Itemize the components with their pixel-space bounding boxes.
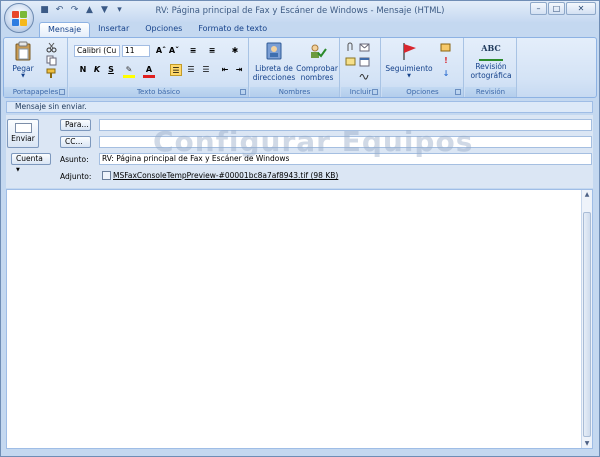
clipboard-group-label: Portapapeles [4, 87, 67, 97]
scroll-up-icon[interactable]: ▲ [582, 190, 592, 199]
names-group-label: Nombres [250, 87, 339, 97]
shrink-font-icon[interactable]: Aˇ [168, 45, 180, 57]
scroll-down-icon[interactable]: ▼ [582, 439, 592, 448]
info-bar: Mensaje sin enviar. [6, 101, 593, 113]
format-painter-icon[interactable] [46, 68, 57, 79]
calendar-icon[interactable] [359, 56, 370, 67]
subject-label: Asunto: [60, 155, 89, 164]
bold-icon[interactable]: N [77, 64, 89, 76]
to-button[interactable]: Para... [60, 119, 91, 131]
font-size-combo[interactable]: 11 [122, 45, 150, 57]
names-group: Libreta de direcciones Comprobar nombres… [250, 38, 340, 97]
address-book-icon [266, 42, 282, 60]
grow-font-icon[interactable]: Aˆ [155, 45, 167, 57]
options-group-label: Opciones [382, 87, 463, 97]
paste-button[interactable]: Pegar ▼ [10, 41, 36, 79]
attach-item-icon[interactable] [359, 42, 370, 53]
spelling-button[interactable]: ABC Revisión ortográfica [466, 41, 516, 80]
window-title: RV: Página principal de Fax y Escáner de… [155, 6, 445, 16]
check-names-icon [311, 44, 327, 58]
clear-format-icon[interactable]: ✱ [229, 45, 241, 57]
decrease-indent-icon[interactable]: ⇤ [219, 64, 231, 76]
tab-mensaje[interactable]: Mensaje [39, 22, 91, 37]
align-right-icon[interactable]: ☰ [200, 64, 212, 76]
close-button[interactable]: ✕ [566, 2, 596, 15]
chevron-down-icon: ▼ [16, 167, 20, 173]
follow-up-button[interactable]: Seguimiento ▼ [384, 41, 434, 79]
align-left-icon[interactable]: ☰ [170, 64, 182, 76]
clipboard-launcher-icon[interactable] [59, 89, 65, 95]
options-launcher-icon[interactable] [455, 89, 461, 95]
proofing-group-label: Revisión [465, 87, 516, 97]
increase-indent-icon[interactable]: ⇥ [233, 64, 245, 76]
bullets-icon[interactable]: ≡ [187, 45, 199, 57]
tab-formato-de-texto[interactable]: Formato de texto [190, 22, 275, 37]
send-envelope-icon [14, 123, 32, 133]
watermark-logo: Configurar Equipos [153, 125, 474, 158]
ribbon: Pegar ▼ Portapapeles Calibri (Cu 11 Aˆ A… [3, 37, 597, 98]
follow-up-flag-icon [403, 43, 416, 60]
compose-window: ■ ↶ ↷ ▲ ▼ ▾ RV: Página principal de Fax … [0, 0, 600, 457]
attachment-field: MSFaxConsoleTempPreview-#00001bc8a7af894… [99, 170, 592, 182]
basic-text-group-label: Texto básico [69, 87, 248, 97]
account-label: Cuenta [16, 154, 43, 163]
tif-file-icon [102, 171, 111, 180]
include-launcher-icon[interactable] [372, 89, 378, 95]
office-button[interactable] [4, 3, 34, 33]
vertical-scrollbar[interactable]: ▲ ▼ [581, 190, 592, 448]
minimize-button[interactable]: – [530, 2, 547, 15]
maximize-button[interactable]: □ [548, 2, 565, 15]
proofing-group: ABC Revisión ortográfica Revisión [465, 38, 517, 97]
clipboard-group: Pegar ▼ Portapapeles [4, 38, 68, 97]
attachment-label: Adjunto: [60, 172, 92, 181]
basic-text-group: Calibri (Cu 11 Aˆ Aˇ ≡ ≡ ✱ N K S ✎ A ☰ ☰… [69, 38, 249, 97]
signature-icon[interactable] [359, 69, 370, 80]
spelling-abc-icon: ABC [479, 41, 503, 61]
check-names-button[interactable]: Comprobar nombres [296, 41, 338, 82]
tab-insertar[interactable]: Insertar [90, 22, 137, 37]
account-button[interactable]: Cuenta ▼ [11, 153, 51, 173]
low-importance-icon[interactable]: ↓ [440, 68, 452, 80]
options-group: Seguimiento ▼ ! ↓ Opciones [382, 38, 464, 97]
high-importance-icon[interactable]: ! [440, 55, 452, 67]
send-button[interactable]: Enviar [7, 119, 39, 148]
cut-icon[interactable] [46, 42, 57, 53]
scrollbar-thumb[interactable] [583, 212, 591, 437]
attach-file-icon[interactable] [345, 42, 356, 53]
ribbon-tabs: Mensaje Insertar Opciones Formato de tex… [39, 22, 275, 37]
italic-icon[interactable]: K [91, 64, 103, 76]
highlight-color-swatch [123, 75, 135, 78]
cc-button[interactable]: CC... [60, 136, 91, 148]
office-logo-icon [12, 11, 27, 26]
clipboard-icon [15, 41, 31, 61]
title-bar: ■ ↶ ↷ ▲ ▼ ▾ RV: Página principal de Fax … [1, 1, 599, 22]
address-book-button[interactable]: Libreta de direcciones [252, 41, 296, 82]
message-body[interactable]: ▲ ▼ [6, 189, 593, 449]
window-controls: – □ ✕ [530, 2, 596, 15]
underline-icon[interactable]: S [105, 64, 117, 76]
font-name-combo[interactable]: Calibri (Cu [74, 45, 120, 57]
align-center-icon[interactable]: ☰ [185, 64, 197, 76]
tab-opciones[interactable]: Opciones [137, 22, 190, 37]
attachment-link[interactable]: MSFaxConsoleTempPreview-#00001bc8a7af894… [113, 171, 338, 180]
include-group: Incluir [341, 38, 381, 97]
copy-icon[interactable] [46, 55, 57, 66]
font-color-swatch [143, 75, 155, 78]
business-card-icon[interactable] [345, 56, 356, 67]
permission-icon[interactable] [440, 42, 451, 53]
numbering-icon[interactable]: ≡ [206, 45, 218, 57]
basic-text-launcher-icon[interactable] [240, 89, 246, 95]
